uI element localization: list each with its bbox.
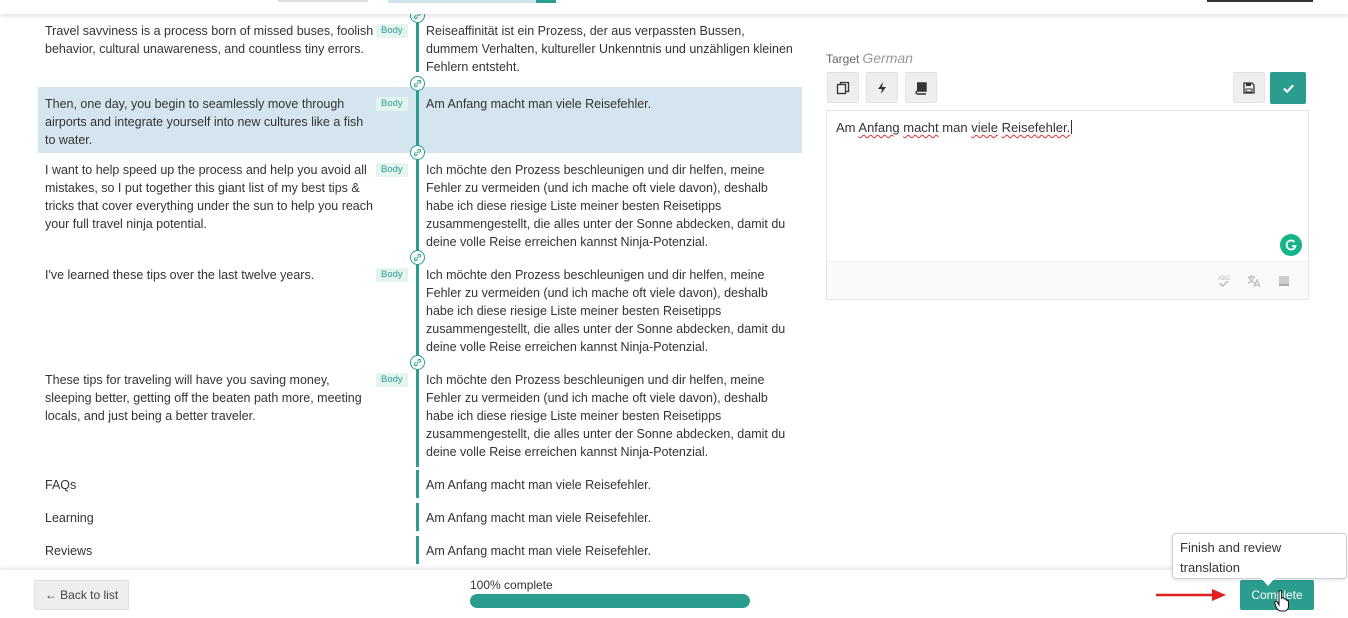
- segment-target: Ich möchte den Prozess beschleunigen und…: [426, 373, 786, 459]
- editor-word-misspelled: viele: [971, 120, 998, 135]
- segment-source: Then, one day, you begin to seamlessly m…: [45, 97, 364, 147]
- segment-row[interactable]: Reviews Am Anfang macht man viele Reisef…: [38, 536, 802, 566]
- top-toolbar: [0, 0, 1348, 14]
- text-caret: [1071, 120, 1073, 134]
- glossary-icon: [915, 81, 927, 95]
- segment-source: I've learned these tips over the last tw…: [45, 268, 315, 282]
- segment-row[interactable]: These tips for traveling will have you s…: [38, 363, 802, 467]
- back-to-list-button[interactable]: ← Back to list: [34, 580, 129, 610]
- segment-target: Am Anfang macht man viele Reisefehler.: [426, 97, 652, 111]
- segment-type-badge: Body: [376, 97, 408, 111]
- segment-target: Am Anfang macht man viele Reisefehler.: [426, 511, 652, 525]
- copy-source-icon: [836, 81, 850, 94]
- segment-type-badge: Body: [376, 163, 408, 177]
- segment-source: Reviews: [45, 544, 93, 558]
- top-tab-fragment[interactable]: [278, 0, 368, 2]
- confirm-segment-button[interactable]: [1270, 72, 1306, 104]
- progress-fill: [470, 594, 750, 608]
- svg-text:ABC: ABC: [1218, 276, 1231, 282]
- check-icon: [1282, 84, 1294, 93]
- complete-tooltip: Finish and review translation: [1172, 533, 1347, 579]
- editor-word-misspelled: macht: [903, 120, 939, 135]
- top-progress-fragment: [388, 0, 556, 3]
- segment-target: Ich möchte den Prozess beschleunigen und…: [426, 268, 786, 354]
- segment-source: These tips for traveling will have you s…: [45, 373, 362, 423]
- segment-row[interactable]: I want to help speed up the process and …: [38, 153, 802, 257]
- link-icon[interactable]: [410, 355, 425, 370]
- segment-source: Learning: [45, 511, 94, 525]
- segment-row[interactable]: Learning Am Anfang macht man viele Reise…: [38, 503, 802, 533]
- segment-row[interactable]: Travel savviness is a process born of mi…: [38, 14, 802, 84]
- segment-row-active[interactable]: Then, one day, you begin to seamlessly m…: [38, 87, 802, 153]
- segment-target: Am Anfang macht man viele Reisefehler.: [426, 544, 652, 558]
- segment-source: Travel savviness is a process born of mi…: [45, 24, 374, 56]
- progress-bar: [470, 594, 750, 608]
- save-button[interactable]: [1233, 72, 1265, 103]
- segment-connector: [416, 87, 419, 153]
- link-icon[interactable]: [410, 145, 425, 160]
- machine-translate-button[interactable]: [866, 72, 898, 103]
- editor-word-misspelled: Anfang: [858, 120, 900, 135]
- link-icon[interactable]: [410, 250, 425, 265]
- editor-footer: ABC: [827, 261, 1308, 299]
- progress-label: 100% complete: [470, 578, 553, 592]
- copy-source-button[interactable]: [827, 72, 859, 103]
- link-icon[interactable]: [410, 76, 425, 91]
- grammarly-button[interactable]: [1280, 234, 1302, 256]
- editor-word-misspelled: Reisefehler.: [1001, 120, 1071, 135]
- notes-icon[interactable]: [1277, 274, 1291, 288]
- machine-translate-icon: [878, 81, 886, 94]
- grammarly-icon: [1285, 239, 1297, 251]
- red-arrow-annotation: [1156, 589, 1226, 601]
- segment-row[interactable]: FAQs Am Anfang macht man viele Reisefehl…: [38, 470, 802, 500]
- segment-target: Reiseaffinität ist ein Prozess, der aus …: [426, 24, 793, 74]
- translation-input-text[interactable]: Am Anfang macht man viele Reisefehler.: [836, 120, 1073, 135]
- segment-list: Travel savviness is a process born of mi…: [38, 14, 802, 570]
- segment-source: I want to help speed up the process and …: [45, 163, 373, 231]
- segment-type-badge: Body: [376, 24, 408, 38]
- translation-editor[interactable]: Am Anfang macht man viele Reisefehler. A…: [826, 110, 1309, 300]
- segment-type-badge: Body: [376, 373, 408, 387]
- editor-word: man: [942, 120, 968, 135]
- target-label: Target: [826, 52, 860, 66]
- segment-target: Ich möchte den Prozess beschleunigen und…: [426, 163, 786, 249]
- segment-type-badge: Body: [376, 268, 408, 282]
- editor-word: Am: [836, 120, 856, 135]
- translate-icon[interactable]: [1247, 274, 1261, 288]
- segment-source: FAQs: [45, 478, 77, 492]
- bottom-bar: ← Back to list 100% complete Complete: [0, 570, 1348, 618]
- hand-cursor-icon: [1274, 590, 1289, 612]
- target-language-label: Target German: [826, 50, 913, 66]
- glossary-button[interactable]: [905, 72, 937, 103]
- spellcheck-icon[interactable]: ABC: [1217, 274, 1231, 288]
- top-button-fragment[interactable]: [1207, 0, 1313, 2]
- segment-row[interactable]: I've learned these tips over the last tw…: [38, 258, 802, 362]
- target-language: German: [862, 50, 913, 66]
- segment-target: Am Anfang macht man viele Reisefehler.: [426, 478, 652, 492]
- save-icon: [1243, 81, 1255, 94]
- tooltip-tail: [1261, 578, 1275, 586]
